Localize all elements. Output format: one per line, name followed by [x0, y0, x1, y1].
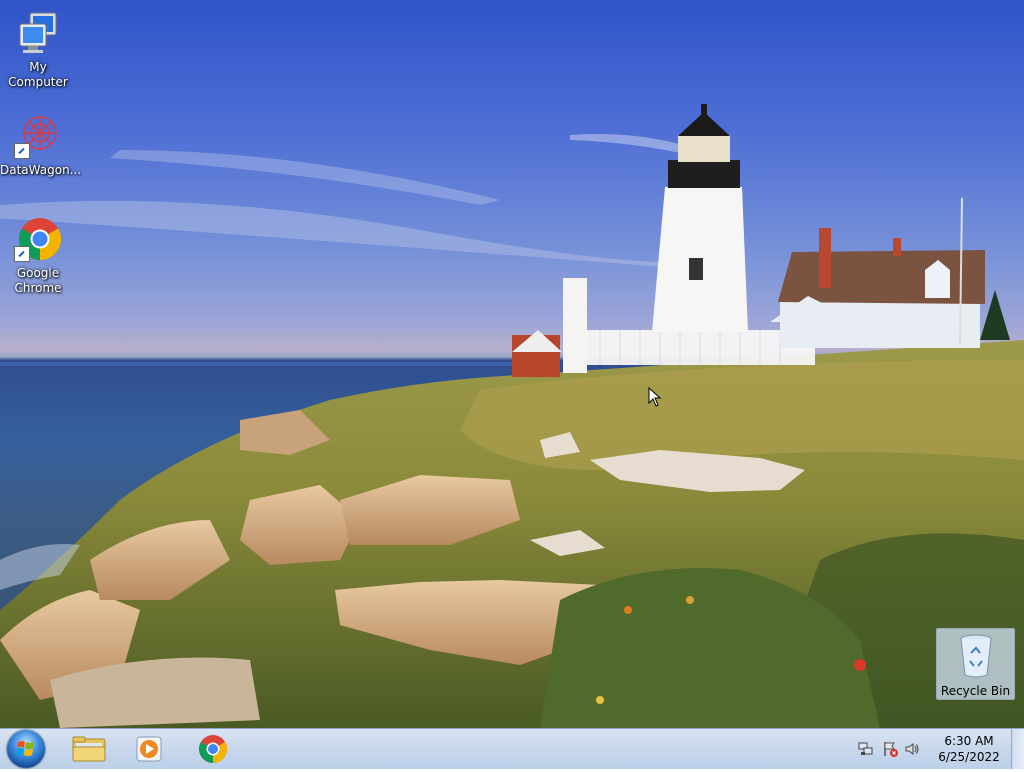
shortcut-arrow-icon — [14, 246, 30, 262]
taskbar: 6:30 AM 6/25/2022 — [0, 728, 1024, 769]
media-player-icon — [136, 736, 162, 762]
desktop-icon-label: My Computer — [8, 60, 68, 89]
network-icon[interactable] — [858, 741, 874, 757]
recycle-bin-icon — [958, 633, 994, 679]
chrome-icon — [14, 216, 62, 264]
windows-logo-icon — [16, 741, 34, 756]
wallpaper — [0, 104, 1024, 728]
desktop-icon-datawagon[interactable]: DataWagon... — [0, 113, 82, 178]
shortcut-arrow-icon — [14, 143, 30, 159]
desktop-icon-label: Google Chrome — [14, 266, 62, 295]
start-button[interactable] — [7, 730, 45, 768]
taskbar-clock[interactable]: 6:30 AM 6/25/2022 — [936, 733, 1002, 765]
system-tray: 6:30 AM 6/25/2022 — [854, 729, 1024, 769]
clock-time: 6:30 AM — [944, 734, 994, 748]
desktop-icon-label: DataWagon... — [0, 163, 82, 177]
desktop-icon-recycle-bin[interactable]: Recycle Bin — [936, 628, 1015, 700]
taskbar-media-player[interactable] — [122, 732, 176, 766]
show-desktop-button[interactable] — [1011, 729, 1024, 769]
mouse-pointer-icon — [648, 386, 662, 411]
clock-date: 6/25/2022 — [938, 750, 1000, 764]
taskbar-google-chrome[interactable] — [186, 732, 240, 766]
volume-icon[interactable] — [904, 741, 920, 757]
desktop-icon-label: Recycle Bin — [940, 684, 1011, 698]
taskbar-windows-explorer[interactable] — [62, 732, 116, 766]
action-center-flag-icon[interactable] — [882, 741, 898, 757]
desktop[interactable]: My Computer DataWagon... Google Chrome R… — [0, 0, 1024, 728]
computer-icon — [14, 10, 62, 58]
datawagon-icon — [14, 113, 62, 161]
desktop-icon-my-computer[interactable]: My Computer — [0, 10, 76, 90]
desktop-icon-google-chrome[interactable]: Google Chrome — [0, 216, 76, 296]
chrome-icon — [199, 735, 227, 763]
folder-icon — [72, 736, 106, 762]
